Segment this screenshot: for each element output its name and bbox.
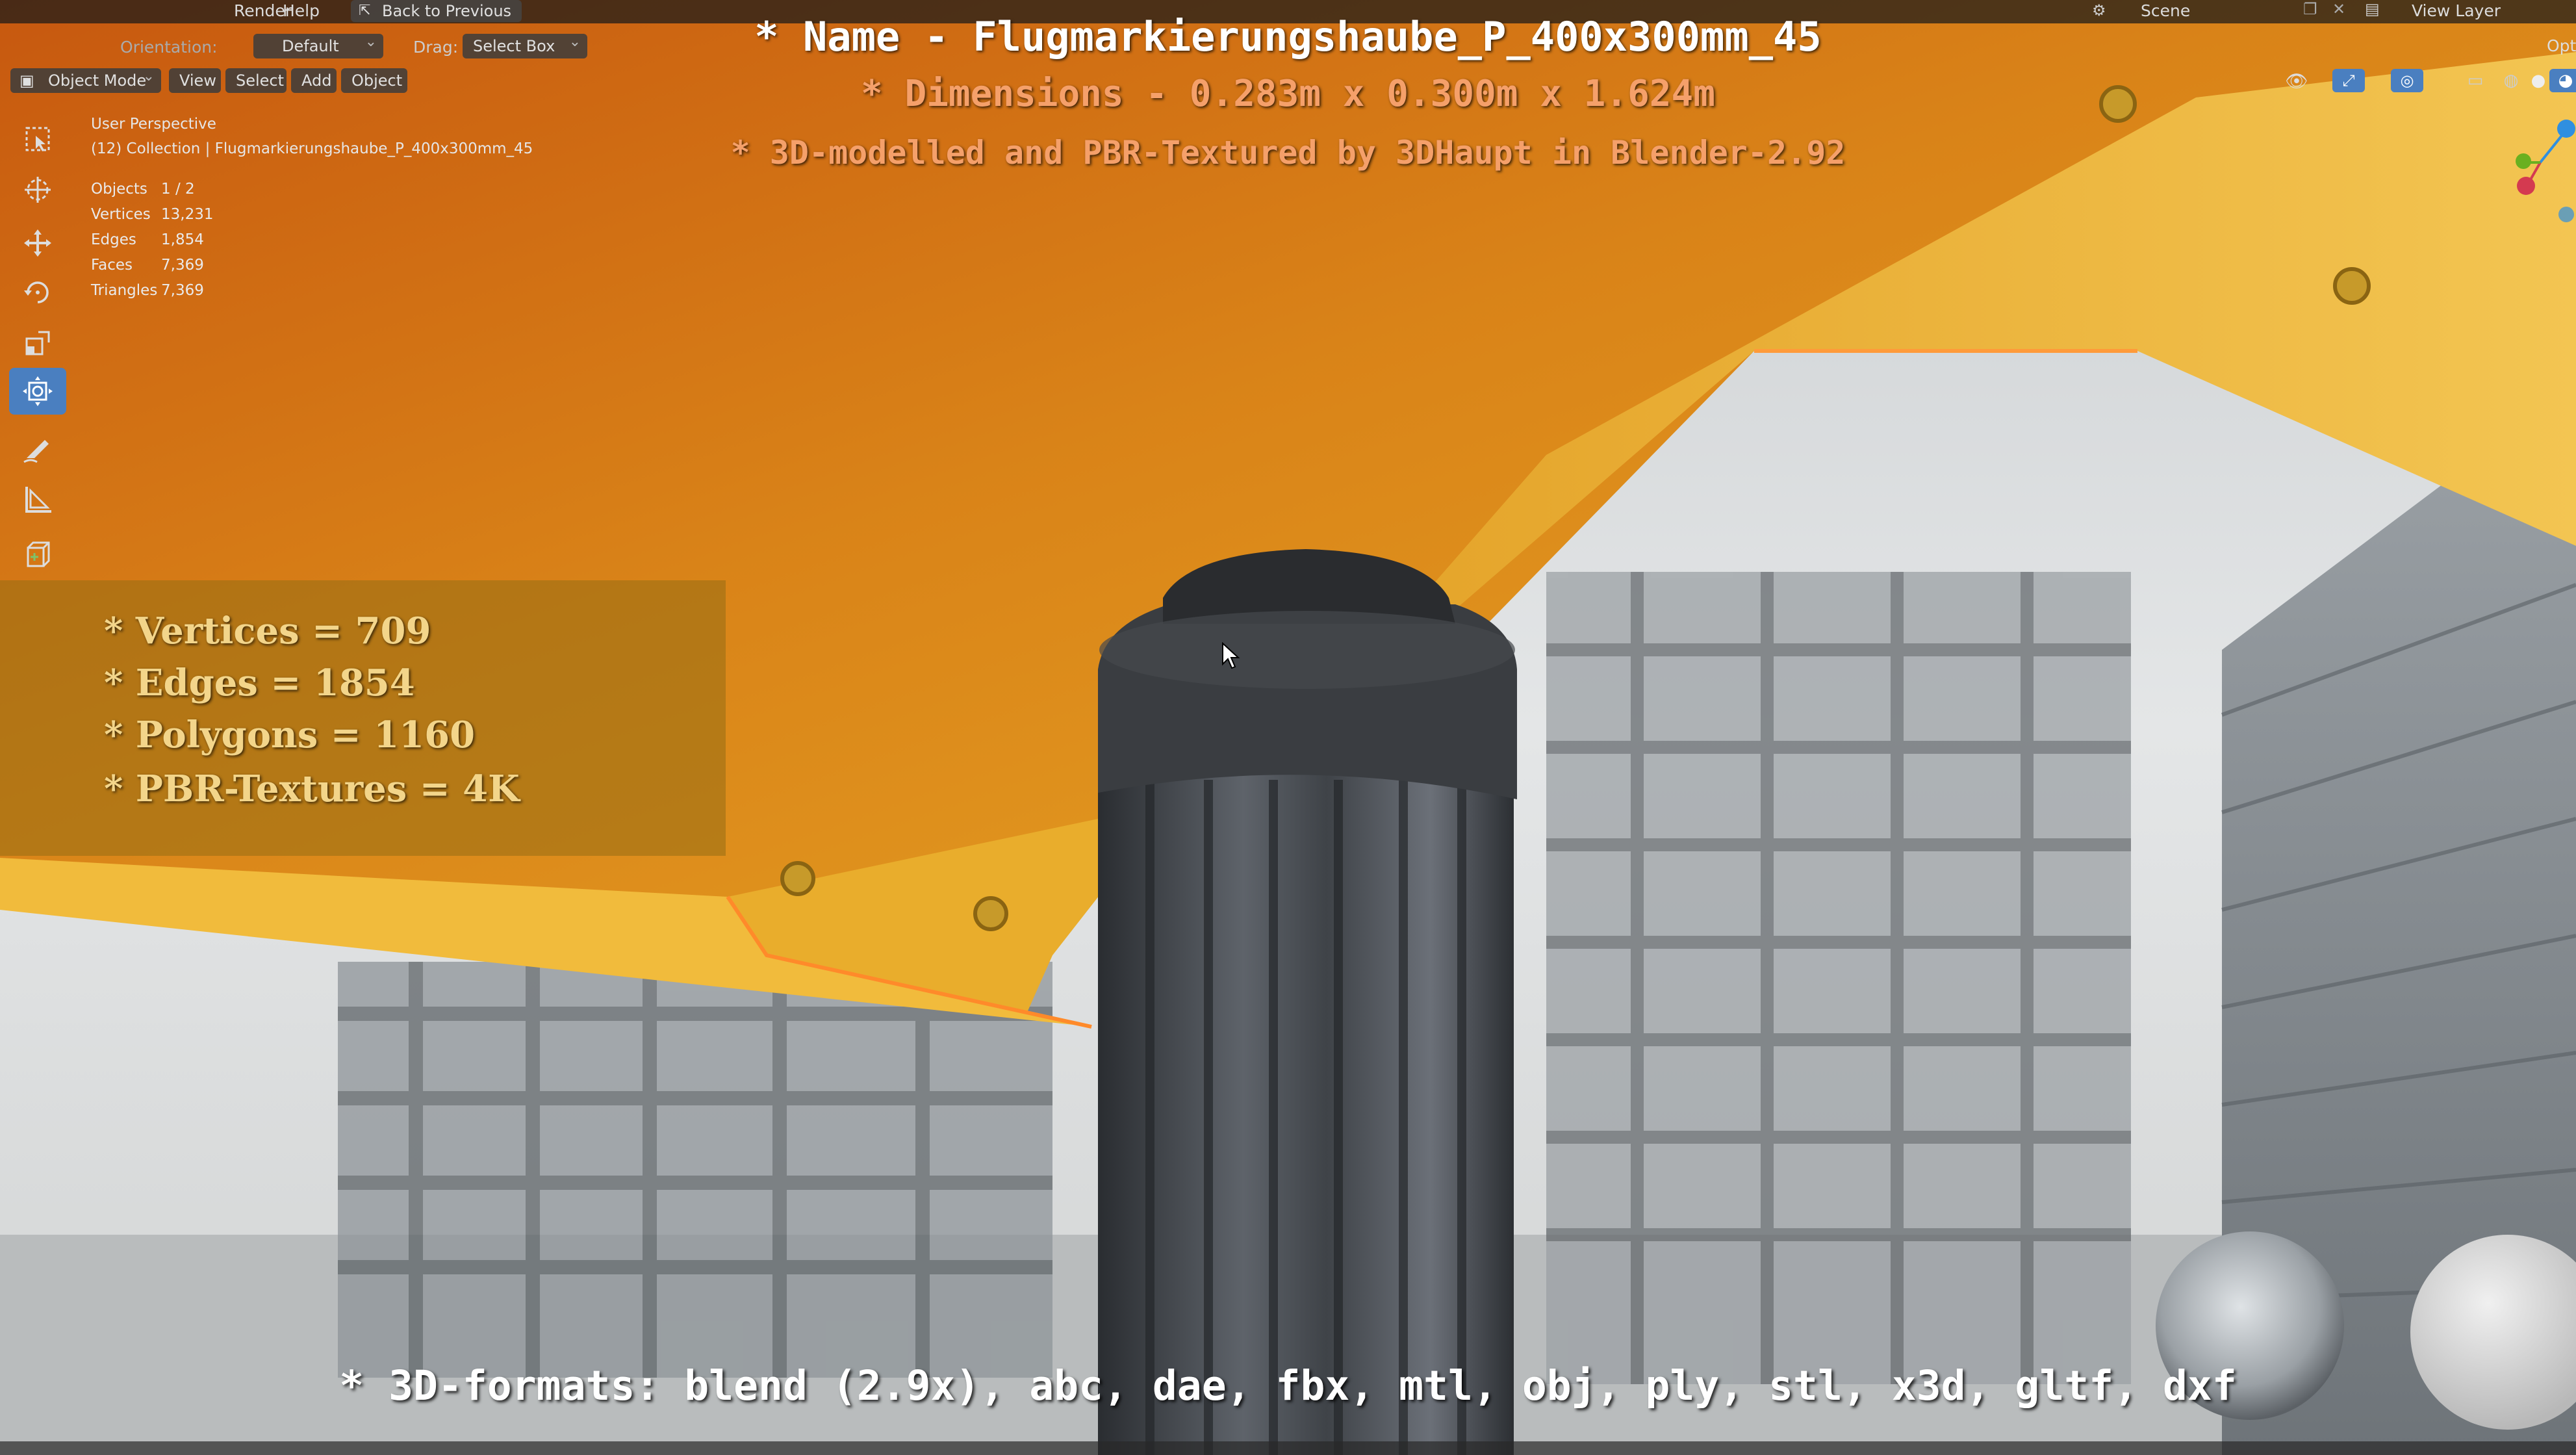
annotate-tool[interactable] xyxy=(9,425,66,472)
scale-icon xyxy=(25,331,50,355)
viewport-perspective: User Perspective xyxy=(91,116,216,133)
add-cube-tool[interactable] xyxy=(9,530,66,577)
mouse-cursor-icon xyxy=(1222,642,1240,669)
rotate-tool[interactable] xyxy=(9,269,66,316)
cursor-tool[interactable] xyxy=(9,166,66,213)
overlay-formats-line: * 3D-formats: blend (2.9x), abc, dae, fb… xyxy=(339,1362,2237,1410)
info-edges: * Edges = 1854 xyxy=(104,662,415,704)
info-polygons: * Polygons = 1160 xyxy=(104,714,476,756)
scale-tool[interactable] xyxy=(9,320,66,367)
transform-icon xyxy=(23,376,53,406)
cursor-icon xyxy=(25,177,51,203)
info-pbr-textures: * PBR-Textures = 4K xyxy=(104,767,520,810)
info-vertices: * Vertices = 709 xyxy=(104,610,431,652)
overlay-dimensions-line: * Dimensions - 0.283m x 0.300m x 1.624m xyxy=(861,73,1715,115)
transform-tool[interactable] xyxy=(9,368,66,415)
annotate-icon xyxy=(23,440,49,463)
measure-tool[interactable] xyxy=(9,476,66,522)
overlay-credit-line: * 3D-modelled and PBR-Textured by 3DHaup… xyxy=(730,134,1846,172)
move-tool[interactable] xyxy=(9,220,66,266)
move-icon xyxy=(24,229,51,257)
overlay-name-line: * Name - Flugmarkierungshaube_P_400x300m… xyxy=(754,13,1822,60)
add-cube-icon xyxy=(27,541,50,567)
rotate-icon xyxy=(24,281,49,303)
info-box: * Vertices = 709 * Edges = 1854 * Polygo… xyxy=(0,580,726,856)
measure-icon xyxy=(25,487,51,513)
status-bar xyxy=(0,1441,2576,1455)
